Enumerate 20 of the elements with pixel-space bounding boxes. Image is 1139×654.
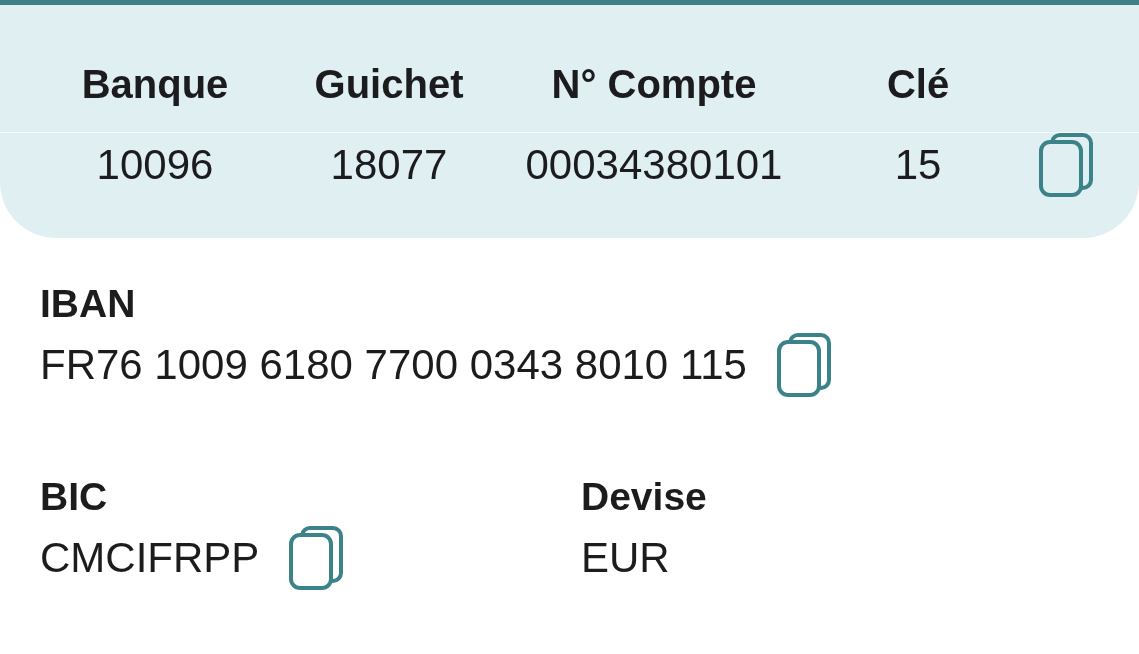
field-label: IBAN <box>40 284 136 324</box>
field-value: FR76 1009 6180 7700 0343 8010 115 <box>40 344 747 386</box>
table-cell-text: 10096 <box>95 144 215 186</box>
copy-button[interactable] <box>289 526 344 590</box>
copy-button[interactable] <box>1039 133 1093 197</box>
copy-icon <box>1039 133 1093 197</box>
table-cell-text: 18077 <box>329 144 449 186</box>
column-header: N° Compte <box>550 64 758 104</box>
field-label: BIC <box>40 477 108 517</box>
field-label: Devise <box>581 477 707 517</box>
column-header: Clé <box>885 64 951 104</box>
column-header: Banque <box>80 64 230 104</box>
field-value: EUR <box>581 537 670 579</box>
table-cell-text: 15 <box>893 144 943 186</box>
copy-icon <box>776 333 831 397</box>
copy-icon <box>289 526 344 590</box>
field-value: CMCIFRPP <box>40 537 260 579</box>
column-header: Guichet <box>313 64 465 104</box>
table-cell-text: 00034380101 <box>524 144 784 186</box>
copy-button[interactable] <box>776 333 831 397</box>
